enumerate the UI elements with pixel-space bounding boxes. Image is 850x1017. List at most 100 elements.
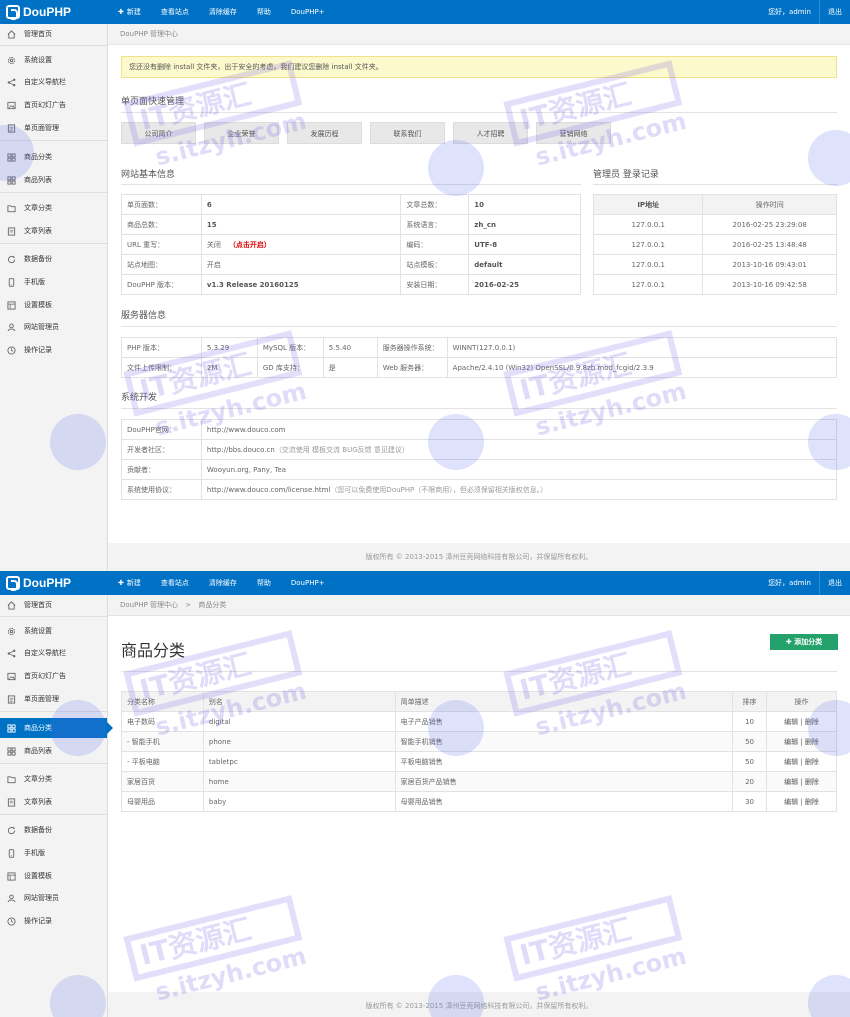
edit-link[interactable]: 编辑 <box>784 738 798 746</box>
license-link[interactable]: http://www.douco.com/license.html <box>207 486 331 494</box>
ip-cell: 127.0.0.1 <box>592 214 704 235</box>
sidebar-item-nav[interactable]: 自定义导航栏 <box>0 72 107 92</box>
sidebar-item-product-category[interactable]: 商品分类 <box>0 718 113 738</box>
sidebar: 管理首页 系统设置 自定义导航栏 首页幻灯广告 单页面管理 商品分类 商品列表 … <box>0 24 108 571</box>
edit-link[interactable]: 编辑 <box>784 718 798 726</box>
delete-link[interactable]: 删除 <box>805 778 819 786</box>
breadcrumb-home-link[interactable]: DouPHP 管理中心 <box>120 601 178 609</box>
edit-link[interactable]: 编辑 <box>784 778 798 786</box>
breadcrumb: DouPHP 管理中心 > 商品分类 <box>108 595 850 616</box>
view-site-link[interactable]: 查看站点 <box>151 0 199 24</box>
user-greeting[interactable]: 您好，admin <box>768 578 811 588</box>
quick-button-honors[interactable]: 企业荣誉 <box>204 122 279 144</box>
douphp-plus-link[interactable]: DouPHP+ <box>281 0 335 24</box>
logout-link[interactable]: 退出 <box>828 578 842 588</box>
sidebar-item-backup[interactable]: 数据备份 <box>0 249 107 269</box>
community-link[interactable]: http://bbs.douco.cn <box>207 446 275 454</box>
douphp-plus-link[interactable]: DouPHP+ <box>281 571 335 595</box>
edit-link[interactable]: 编辑 <box>784 758 798 766</box>
delete-link[interactable]: 删除 <box>805 718 819 726</box>
sidebar-item-log[interactable]: 操作记录 <box>0 911 107 931</box>
sidebar-item-backup[interactable]: 数据备份 <box>0 820 107 840</box>
sidebar-item-slides[interactable]: 首页幻灯广告 <box>0 95 107 115</box>
sidebar-item-log[interactable]: 操作记录 <box>0 340 107 360</box>
value: http://bbs.douco.cn（交流使用 模板交流 BUG反馈 意见建议… <box>200 439 838 460</box>
sidebar-item-settings[interactable]: 系统设置 <box>0 50 107 70</box>
sidebar-item-slides[interactable]: 首页幻灯广告 <box>0 666 107 686</box>
edit-link[interactable]: 编辑 <box>784 798 798 806</box>
divider <box>819 571 820 595</box>
phone-icon <box>7 277 16 287</box>
quick-button-history[interactable]: 发展历程 <box>287 122 362 144</box>
sidebar-item-theme[interactable]: 设置模板 <box>0 866 107 886</box>
sidebar-item-admins[interactable]: 网站管理员 <box>0 317 107 337</box>
sidebar-item-article-category[interactable]: 文章分类 <box>0 198 107 218</box>
sidebar-item-home[interactable]: 管理首页 <box>0 24 107 44</box>
sidebar-item-article-list[interactable]: 文章列表 <box>0 221 107 241</box>
breadcrumb[interactable]: DouPHP 管理中心 <box>108 24 850 45</box>
folder-icon <box>7 204 16 213</box>
sidebar-item-pages[interactable]: 单页面管理 <box>0 689 107 709</box>
column-header: 别名 <box>202 691 396 712</box>
delete-link[interactable]: 删除 <box>805 758 819 766</box>
table-row: - 智能手机 phone 智能手机销售 50 编辑 | 删除 <box>121 731 837 752</box>
value: v1.3 Release 20160125 <box>200 274 402 295</box>
license-note: （您可以免费使用DouPHP（不限商用），但必须保留相关版权信息。） <box>330 485 548 494</box>
enable-rewrite-link[interactable]: （点击开启） <box>229 241 271 249</box>
table-row: 127.0.0.1 2016-02-25 23:29:08 <box>592 214 837 235</box>
help-link[interactable]: 帮助 <box>247 571 281 595</box>
top-bar: DouPHP ✚ 新建 查看站点 清除缓存 帮助 DouPHP+ 您好，admin… <box>0 0 850 24</box>
sidebar-item-settings[interactable]: 系统设置 <box>0 621 107 641</box>
plus-icon: ✚ <box>118 579 124 587</box>
sidebar-item-theme[interactable]: 设置模板 <box>0 295 107 315</box>
value: 开启 <box>200 254 402 275</box>
sidebar-item-article-category[interactable]: 文章分类 <box>0 769 107 789</box>
label: 文章总数： <box>400 194 470 215</box>
logo[interactable]: DouPHP <box>6 575 106 591</box>
value: 15 <box>200 214 402 235</box>
sidebar-item-mobile[interactable]: 手机版 <box>0 272 107 292</box>
sidebar-item-nav[interactable]: 自定义导航栏 <box>0 643 107 663</box>
quick-button-about[interactable]: 公司简介 <box>121 122 196 144</box>
help-link[interactable]: 帮助 <box>247 0 281 24</box>
alias-cell: phone <box>202 731 396 752</box>
sidebar-item-product-list[interactable]: 商品列表 <box>0 170 107 190</box>
logo[interactable]: DouPHP <box>6 4 106 20</box>
delete-link[interactable]: 删除 <box>805 738 819 746</box>
quick-button-contact[interactable]: 联系我们 <box>370 122 445 144</box>
delete-link[interactable]: 删除 <box>805 798 819 806</box>
sidebar-item-product-list[interactable]: 商品列表 <box>0 741 107 761</box>
main-content: DouPHP 管理中心 您还没有删除 install 文件夹，出于安全的考虑，我… <box>108 24 850 571</box>
sidebar-item-label: 设置模板 <box>24 301 52 309</box>
quick-button-network[interactable]: 营销网络 <box>536 122 611 144</box>
action-separator: | <box>800 737 803 746</box>
divider <box>819 0 820 24</box>
table-row: 文件上传限制： 2M GD 库支持：是 Web 服务器： Apache/2.4.10 (… <box>121 357 838 378</box>
sidebar-item-home[interactable]: 管理首页 <box>0 595 107 615</box>
sidebar-item-article-list[interactable]: 文章列表 <box>0 792 107 812</box>
official-site-link[interactable]: http://www.douco.com <box>200 419 838 440</box>
value: 2016-02-25 <box>468 274 581 295</box>
top-right: 您好，admin 退出 <box>768 0 842 24</box>
actions-cell: 编辑 | 删除 <box>766 711 837 732</box>
user-greeting[interactable]: 您好，admin <box>768 7 811 17</box>
sidebar-item-label: 管理首页 <box>24 601 52 609</box>
sidebar-item-label: 单页面管理 <box>24 695 59 703</box>
douphp-logo-icon <box>6 5 20 20</box>
sidebar-item-mobile[interactable]: 手机版 <box>0 843 107 863</box>
logout-link[interactable]: 退出 <box>828 7 842 17</box>
clear-cache-link[interactable]: 清除缓存 <box>199 0 247 24</box>
divider <box>593 184 837 185</box>
sidebar-item-pages[interactable]: 单页面管理 <box>0 118 107 138</box>
quick-button-jobs[interactable]: 人才招聘 <box>453 122 528 144</box>
sidebar-item-admins[interactable]: 网站管理员 <box>0 888 107 908</box>
new-menu[interactable]: ✚ 新建 <box>108 571 151 595</box>
clear-cache-link[interactable]: 清除缓存 <box>199 571 247 595</box>
new-label: 新建 <box>126 579 141 587</box>
add-category-button[interactable]: ✚ 添加分类 <box>770 634 838 650</box>
new-menu[interactable]: ✚ 新建 <box>108 0 151 24</box>
view-site-link[interactable]: 查看站点 <box>151 571 199 595</box>
value: 是 <box>322 357 378 378</box>
sidebar-item-product-category[interactable]: 商品分类 <box>0 147 107 167</box>
sidebar-item-label: 手机版 <box>24 849 45 857</box>
